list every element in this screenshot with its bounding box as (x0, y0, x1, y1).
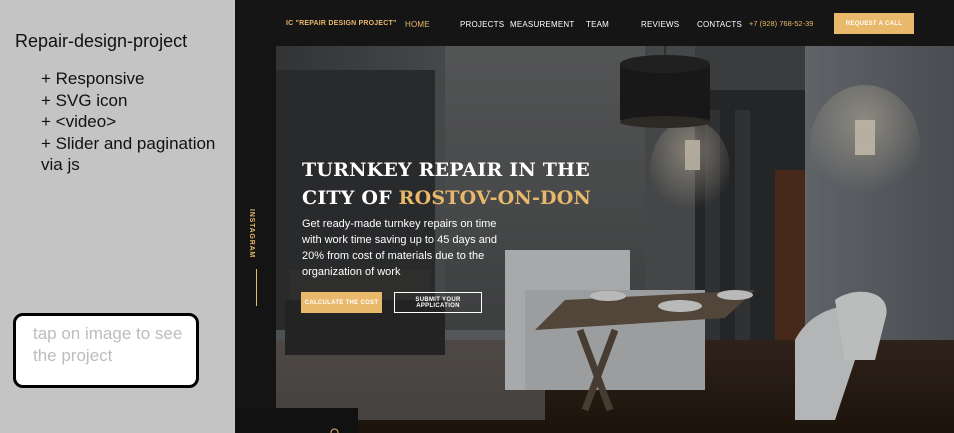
nav-measurement[interactable]: MEASUREMENT (510, 20, 574, 29)
instagram-link[interactable]: INSTAGRAM (248, 209, 255, 258)
nav-home[interactable]: HOME (405, 20, 430, 29)
feature-item: via js (41, 155, 80, 174)
side-panel: INSTAGRAM (235, 46, 276, 433)
scroll-down-icon[interactable] (330, 428, 339, 433)
nav-contacts[interactable]: CONTACTS (697, 20, 742, 29)
hero-title-line1: TURNKEY REPAIR IN THE (302, 159, 590, 181)
request-call-button[interactable]: REQUEST A CALL (834, 13, 914, 34)
nav-team[interactable]: TEAM (586, 20, 609, 29)
feature-item: + Responsive (41, 69, 145, 88)
hero-description: Get ready-made turnkey repairs on time w… (302, 218, 498, 278)
calculate-cost-button[interactable]: CALCULATE THE COST (301, 292, 382, 313)
note-box: tap on image to see the project (13, 313, 199, 388)
hero-title-city: ROSTOV-ON-DON (398, 187, 592, 209)
instagram-divider (256, 269, 257, 306)
feature-list: + Responsive + SVG icon + <video> + Slid… (41, 68, 215, 176)
nav-reviews[interactable]: REVIEWS (641, 20, 679, 29)
phone-number[interactable]: +7 (928) 768-52-39 (749, 19, 813, 28)
site-logo[interactable]: IC "REPAIR DESIGN PROJECT" (286, 20, 397, 27)
corner-block (235, 408, 358, 433)
feature-item: + <video> (41, 112, 117, 131)
hero-title-prefix: CITY OF (302, 187, 399, 209)
site-preview[interactable]: IC "REPAIR DESIGN PROJECT" HOME PROJECTS… (235, 0, 954, 433)
hero-title: TURNKEY REPAIR IN THE CITY OF ROSTOV-ON-… (302, 156, 591, 212)
feature-item: + SVG icon (41, 90, 128, 110)
site-header: IC "REPAIR DESIGN PROJECT" HOME PROJECTS… (235, 0, 954, 46)
panel-title: Repair-design-project (15, 31, 188, 51)
note-text: tap on image to see the project (33, 324, 183, 365)
submit-application-button[interactable]: SUBMIT YOUR APPLICATION (394, 292, 482, 313)
feature-item: + Slider and pagination (41, 133, 216, 153)
nav-projects[interactable]: PROJECTS (460, 20, 504, 29)
